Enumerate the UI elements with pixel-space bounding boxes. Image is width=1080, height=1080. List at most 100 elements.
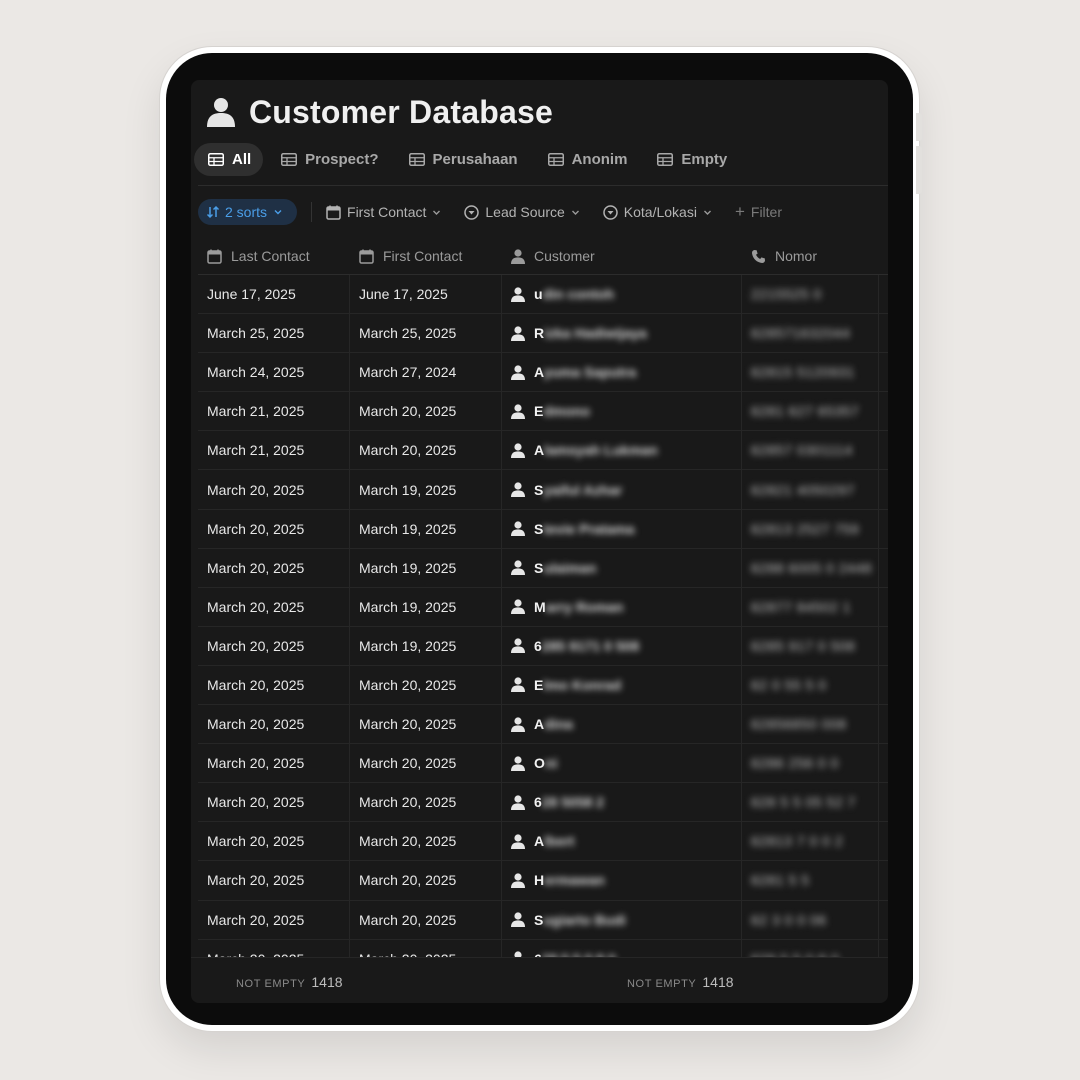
cell-last-contact[interactable]: March 20, 2025 <box>198 744 350 783</box>
cell-nomor[interactable]: 62815 5120931 <box>742 353 879 392</box>
filter-kota-lokasi[interactable]: Kota/Lokasi <box>603 204 713 220</box>
table-row[interactable]: March 21, 2025 March 20, 2025 Edmono 6281 6… <box>198 392 888 432</box>
cell-last-contact[interactable]: March 21, 2025 <box>198 392 350 431</box>
table-row[interactable]: March 20, 2025March 20, 2025628 5 5 0 8 … <box>198 939 888 957</box>
cell-nomor[interactable]: 6281 627 65357 <box>742 392 879 431</box>
tab-prospect[interactable]: Prospect? <box>267 143 390 176</box>
cell-customer[interactable]: Albert <box>502 822 742 861</box>
cell-first-contact[interactable]: March 20, 2025 <box>350 392 502 431</box>
column-header-first-contact[interactable]: First Contact <box>350 238 502 274</box>
table-row[interactable]: March 20, 2025 March 20, 2025 Hermawan 6281… <box>198 861 888 901</box>
table-row[interactable]: March 20, 2025 March 19, 2025 Sulaiman 6288… <box>198 548 888 588</box>
sorts-button[interactable]: 2 sorts <box>198 199 298 225</box>
column-header-nomor[interactable]: Nomor <box>742 238 879 274</box>
cell-last-contact[interactable]: March 20, 2025 <box>198 665 350 705</box>
cell-customer[interactable]: Elmo Konrad <box>502 665 742 705</box>
cell-nomor[interactable]: 62821 4050297 <box>742 470 879 509</box>
filter-first-contact[interactable]: First Contact <box>326 204 442 220</box>
cell-nomor[interactable]: 62856850 008 <box>742 705 879 744</box>
cell-first-contact[interactable]: March 27, 2024 <box>350 353 502 392</box>
cell-first-contact[interactable]: March 19, 2025 <box>350 509 502 548</box>
table-row[interactable]: June 17, 2025 June 17, 2025 udin contoh 221… <box>198 275 888 315</box>
add-filter-button[interactable]: + Filter <box>735 202 782 222</box>
cell-customer[interactable]: Sugiarto Budi <box>502 900 742 939</box>
cell-customer[interactable]: Ayuma Saputra <box>502 353 742 392</box>
table-row[interactable]: March 21, 2025 March 20, 2025 Alamsyah Luk… <box>198 431 888 471</box>
cell-last-contact[interactable]: March 20, 2025 <box>198 783 350 822</box>
table-row[interactable]: March 20, 2025 March 20, 2025 Adina 6285685… <box>198 705 888 745</box>
cell-first-contact[interactable]: March 20, 2025 <box>350 861 502 900</box>
cell-customer[interactable]: Sulaiman <box>502 548 742 587</box>
cell-first-contact[interactable]: March 20, 2025 <box>350 431 502 470</box>
tab-all[interactable]: All <box>194 142 264 176</box>
table-row[interactable]: March 20, 2025 March 20, 2025 Sugiarto Bud… <box>198 900 888 940</box>
cell-nomor[interactable]: 62 0 55 5 0 <box>742 665 879 705</box>
cell-first-contact[interactable]: March 20, 2025 <box>350 822 502 861</box>
cell-customer[interactable]: Marry Roman <box>502 587 742 626</box>
cell-first-contact[interactable]: March 19, 2025 <box>350 587 502 626</box>
cell-nomor[interactable]: 6281 5 5 <box>742 861 879 900</box>
table-row[interactable]: March 25, 2025 March 25, 2025 Rizka Hadiwi… <box>198 314 888 354</box>
cell-nomor[interactable]: 2215525 0 <box>742 275 879 314</box>
cell-first-contact[interactable]: March 20, 2025 <box>350 939 502 957</box>
cell-nomor[interactable]: 628 5 5 0 8 0 <box>742 939 879 957</box>
cell-first-contact[interactable]: March 25, 2025 <box>350 314 502 353</box>
table-row[interactable]: March 20, 2025 March 20, 2025 Albert 62813 … <box>198 822 888 862</box>
cell-nomor[interactable]: 62 3 0 0 06 <box>742 900 879 939</box>
cell-customer[interactable]: 6285 9171 0 508 <box>502 626 742 665</box>
cell-last-contact[interactable]: June 17, 2025 <box>198 275 350 314</box>
cell-first-contact[interactable]: March 20, 2025 <box>350 744 502 783</box>
cell-first-contact[interactable]: March 20, 2025 <box>350 705 502 744</box>
cell-customer[interactable]: Oni <box>502 744 742 783</box>
column-header-customer[interactable]: Customer <box>502 238 742 274</box>
cell-first-contact[interactable]: March 20, 2025 <box>350 783 502 822</box>
cell-customer[interactable]: udin contoh <box>502 275 742 314</box>
cell-customer[interactable]: Edmono <box>502 392 742 431</box>
table-row[interactable]: March 20, 2025 March 19, 2025 Syaiful Azha… <box>198 470 888 510</box>
cell-last-contact[interactable]: March 20, 2025 <box>198 939 350 957</box>
cell-last-contact[interactable]: March 20, 2025 <box>198 822 350 861</box>
cell-last-contact[interactable]: March 20, 2025 <box>198 548 350 587</box>
cell-last-contact[interactable]: March 21, 2025 <box>198 431 350 470</box>
tab-perusahaan[interactable]: Perusahaan <box>395 143 530 176</box>
cell-customer[interactable]: Stevie Pratama <box>502 509 742 548</box>
cell-nomor[interactable]: 62813 7 0 0 2 <box>742 822 879 861</box>
table-row[interactable]: March 24, 2025 March 27, 2024 Ayuma Saputr… <box>198 353 888 393</box>
cell-nomor[interactable]: 62877 84502 1 <box>742 587 879 626</box>
cell-first-contact[interactable]: March 19, 2025 <box>350 470 502 509</box>
filter-lead-source[interactable]: Lead Source <box>464 204 580 220</box>
cell-customer[interactable]: Adina <box>502 705 742 744</box>
cell-last-contact[interactable]: March 24, 2025 <box>198 353 350 392</box>
cell-first-contact[interactable]: June 17, 2025 <box>350 275 502 314</box>
cell-first-contact[interactable]: March 20, 2025 <box>350 665 502 705</box>
footer-calc-customer[interactable]: NOT EMPTY 1418 <box>627 974 734 990</box>
cell-customer[interactable]: 628 5 5 0 8 0 <box>502 939 742 957</box>
cell-last-contact[interactable]: March 20, 2025 <box>198 626 350 665</box>
cell-first-contact[interactable]: March 19, 2025 <box>350 626 502 665</box>
cell-customer[interactable]: Alamsyah Lukman <box>502 431 742 470</box>
table-row[interactable]: March 20, 2025 March 19, 2025 Stevie Prata… <box>198 509 888 549</box>
cell-last-contact[interactable]: March 20, 2025 <box>198 705 350 744</box>
cell-last-contact[interactable]: March 20, 2025 <box>198 509 350 548</box>
cell-last-contact[interactable]: March 20, 2025 <box>198 587 350 626</box>
table-row[interactable]: March 20, 2025 March 19, 2025 Marry Roman 6… <box>198 587 888 627</box>
cell-last-contact[interactable]: March 20, 2025 <box>198 861 350 900</box>
cell-last-contact[interactable]: March 20, 2025 <box>198 900 350 939</box>
cell-nomor[interactable]: 6288 6005 0 2448 <box>742 548 879 587</box>
tab-empty[interactable]: Empty <box>643 143 739 176</box>
table-row[interactable]: March 20, 2025 March 20, 2025 628 5058 2 62… <box>198 783 888 823</box>
cell-customer[interactable]: Hermawan <box>502 861 742 900</box>
cell-nomor[interactable]: 6285 917 0 508 <box>742 626 879 665</box>
cell-nomor[interactable]: 628 5 5 05 52 7 <box>742 783 879 822</box>
cell-last-contact[interactable]: March 20, 2025 <box>198 470 350 509</box>
footer-calc-last-contact[interactable]: NOT EMPTY 1418 <box>236 974 343 990</box>
cell-customer[interactable]: Syaiful Azhar <box>502 470 742 509</box>
tab-anonim[interactable]: Anonim <box>534 143 640 176</box>
table-row[interactable]: March 20, 2025 March 20, 2025 Oni 6286 256 … <box>198 744 888 784</box>
table-row[interactable]: March 20, 2025 March 19, 2025 6285 9171 0 … <box>198 626 888 666</box>
cell-last-contact[interactable]: March 25, 2025 <box>198 314 350 353</box>
cell-customer[interactable]: 628 5058 2 <box>502 783 742 822</box>
cell-first-contact[interactable]: March 19, 2025 <box>350 548 502 587</box>
table-row[interactable]: March 20, 2025 March 20, 2025 Elmo Konrad 6… <box>198 665 888 706</box>
cell-nomor[interactable]: 62857 0301114 <box>742 431 879 470</box>
